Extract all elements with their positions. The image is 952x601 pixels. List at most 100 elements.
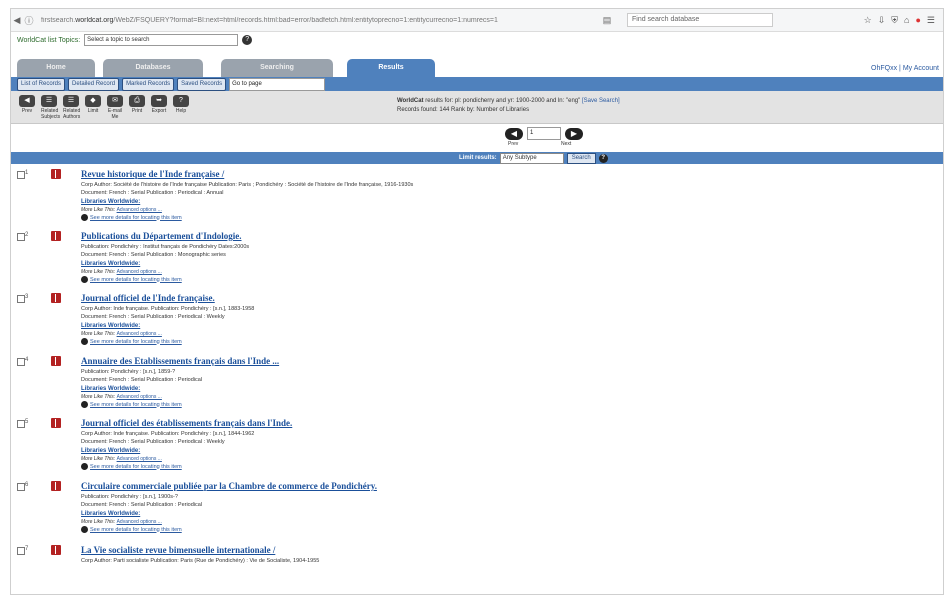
more-link[interactable]: Advanced options ... — [117, 207, 162, 213]
help-icon[interactable]: ? — [242, 35, 253, 45]
tab-databases[interactable]: Databases — [103, 59, 203, 77]
email-action[interactable]: ✉ E-mail Me — [107, 95, 123, 120]
more-like-this: More Like This: Advanced options ... — [81, 519, 162, 525]
details-link[interactable]: See more details for locating this item — [81, 463, 182, 470]
more-label: More Like This: — [81, 269, 117, 275]
record-title[interactable]: Publications du Département d'Indologie. — [81, 231, 242, 241]
details-text: See more details for locating this item — [90, 401, 182, 408]
libraries-link[interactable]: Libraries Worldwide: — [81, 199, 140, 205]
export-action[interactable]: ➥ Export — [151, 95, 167, 114]
address-bar[interactable]: firstsearch.worldcat.org/WebZ/FSQUERY?fo… — [41, 17, 601, 24]
prev-icon: ◀ — [19, 95, 35, 107]
limit-search-button[interactable]: Search — [566, 152, 596, 164]
save-search-link[interactable]: [Save Search] — [582, 98, 620, 104]
saved-records-button[interactable]: Saved Records — [177, 78, 227, 91]
more-link[interactable]: Advanced options ... — [117, 394, 162, 400]
reader-icon[interactable]: ▤ — [601, 15, 613, 26]
action-label: Export — [151, 108, 167, 114]
record-title[interactable]: Journal officiel des établissements fran… — [81, 418, 292, 428]
more-link[interactable]: Advanced options ... — [117, 456, 162, 462]
record-checkbox[interactable] — [17, 233, 25, 241]
back-icon[interactable]: ◀ — [11, 15, 23, 26]
tab-home[interactable]: Home — [17, 59, 95, 77]
menu-icon[interactable]: ☰ — [927, 15, 935, 26]
tab-searching[interactable]: Searching — [221, 59, 333, 77]
details-text: See more details for locating this item — [90, 214, 182, 221]
record-title[interactable]: Journal officiel de l'Inde française. — [81, 293, 215, 303]
more-label: More Like This: — [81, 207, 117, 213]
record-document: Document: French : Serial Publication : … — [81, 314, 225, 320]
record-author: Corp Author: Inde française. Publication… — [81, 306, 255, 312]
record-number: 6 — [25, 482, 29, 488]
account-links[interactable]: OhFQxx | My Account — [871, 65, 939, 72]
details-link[interactable]: See more details for locating this item — [81, 526, 182, 533]
details-link[interactable]: See more details for locating this item — [81, 214, 182, 221]
record-title[interactable]: La Vie socialiste revue bimensuelle inte… — [81, 545, 275, 555]
addon-icon[interactable]: ● — [915, 15, 920, 26]
limit-action[interactable]: ◆ Limit — [85, 95, 101, 114]
record-author: Publication: Pondichéry : [s.n.], 1859-? — [81, 369, 176, 375]
details-text: See more details for locating this item — [90, 276, 182, 283]
record-title[interactable]: Revue historique de l'Inde française / — [81, 169, 224, 179]
record-document: Document: French : Serial Publication : … — [81, 252, 226, 258]
related-authors-action[interactable]: ☰ Related Authors — [63, 95, 80, 120]
details-link[interactable]: See more details for locating this item — [81, 276, 182, 283]
record-title[interactable]: Annuaire des Etablissements français dan… — [81, 356, 279, 366]
help-action[interactable]: ? Help — [173, 95, 189, 114]
book-icon — [51, 293, 61, 303]
star-icon[interactable]: ☆ — [864, 15, 872, 26]
libraries-link[interactable]: Libraries Worldwide: — [81, 323, 140, 329]
list-of-records-button[interactable]: List of Records — [17, 78, 66, 91]
more-like-this: More Like This: Advanced options ... — [81, 269, 162, 275]
libraries-link[interactable]: Libraries Worldwide: — [81, 386, 140, 392]
more-link[interactable]: Advanced options ... — [117, 331, 162, 337]
browser-search-input[interactable]: Find search database — [627, 13, 773, 27]
details-link[interactable]: See more details for locating this item — [81, 401, 182, 408]
query-text: results for: pl: pondicherry and yr: 190… — [425, 98, 581, 104]
record-checkbox[interactable] — [17, 420, 25, 428]
info-icon[interactable]: ⓘ — [23, 14, 35, 27]
prev-page-button[interactable]: ◀ — [505, 127, 523, 140]
more-link[interactable]: Advanced options ... — [117, 269, 162, 275]
shield-icon[interactable]: ⛨ — [891, 15, 898, 26]
locate-icon — [81, 338, 88, 345]
downloads-icon[interactable]: ⇩ — [878, 15, 886, 26]
related-subjects-action[interactable]: ☰ Related Subjects — [41, 95, 60, 120]
locate-icon — [81, 276, 88, 283]
help-icon: ? — [173, 95, 189, 107]
record-title[interactable]: Circulaire commerciale publiée par la Ch… — [81, 481, 377, 491]
related-authors-icon: ☰ — [63, 95, 79, 107]
book-icon — [51, 231, 61, 241]
more-link[interactable]: Advanced options ... — [117, 519, 162, 525]
record-checkbox[interactable] — [17, 547, 25, 555]
more-label: More Like This: — [81, 394, 117, 400]
topic-select[interactable]: Select a topic to search — [84, 34, 239, 46]
marked-records-button[interactable]: Marked Records — [122, 78, 175, 91]
print-action[interactable]: ⎙ Print — [129, 95, 145, 114]
subtype-select[interactable]: Any Subtype — [499, 152, 564, 164]
limit-controls: Limit results: Any Subtype Search ? — [459, 152, 608, 164]
help-icon[interactable]: ? — [598, 153, 608, 163]
record-checkbox[interactable] — [17, 483, 25, 491]
libraries-link[interactable]: Libraries Worldwide: — [81, 448, 140, 454]
record-number: 7 — [25, 546, 29, 552]
record-checkbox[interactable] — [17, 295, 25, 303]
detailed-record-button[interactable]: Detailed Record — [68, 78, 120, 91]
record-checkbox[interactable] — [17, 171, 25, 179]
record-author: Corp Author: Inde française. Publication… — [81, 431, 255, 437]
details-link[interactable]: See more details for locating this item — [81, 338, 182, 345]
libraries-link[interactable]: Libraries Worldwide: — [81, 511, 140, 517]
limit-icon: ◆ — [85, 95, 101, 107]
libraries-link[interactable]: Libraries Worldwide: — [81, 261, 140, 267]
next-page-button[interactable]: ▶ — [565, 127, 583, 140]
record-checkbox[interactable] — [17, 358, 25, 366]
browser-search-placeholder: Find search database — [632, 16, 700, 23]
record-number: 4 — [25, 357, 29, 363]
home-icon[interactable]: ⌂ — [904, 15, 909, 26]
go-to-page-select[interactable]: Go to page — [229, 78, 326, 91]
page-input[interactable]: 1 — [527, 127, 561, 140]
record-document: Document: French : Serial Publication : … — [81, 502, 203, 508]
tab-results[interactable]: Results — [347, 59, 435, 77]
book-icon — [51, 481, 61, 491]
prev-action[interactable]: ◀ Prev — [19, 95, 35, 114]
